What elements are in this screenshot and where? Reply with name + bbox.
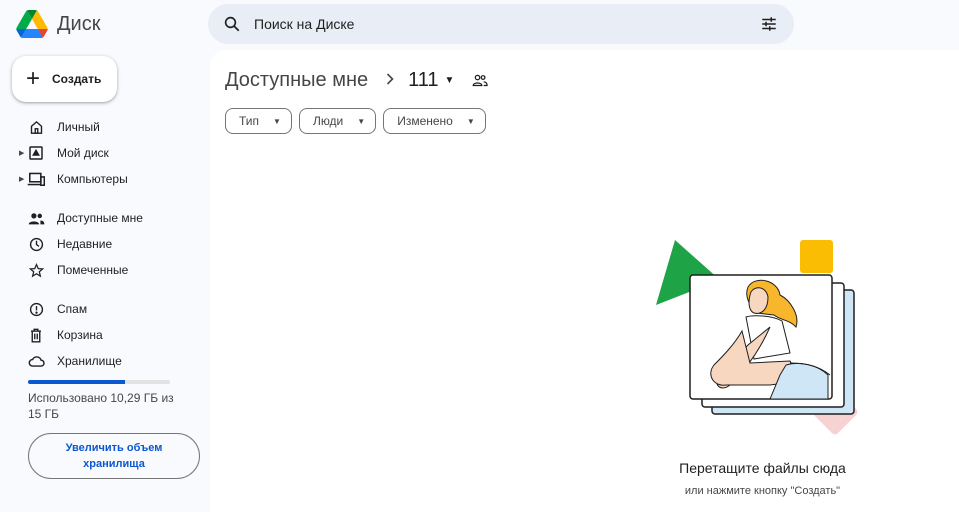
computers-icon	[27, 170, 45, 188]
search-input[interactable]	[254, 16, 758, 32]
search-icon[interactable]	[222, 14, 242, 34]
sidebar-item-label: Компьютеры	[57, 172, 128, 186]
create-button[interactable]: + Создать	[12, 56, 117, 102]
cloud-icon	[27, 352, 45, 370]
drive-logo[interactable]: Диск	[16, 10, 100, 38]
sidebar-item-label: Спам	[57, 302, 88, 316]
filter-modified-chip[interactable]: Изменено ▼	[383, 108, 486, 134]
search-options-icon[interactable]	[758, 13, 780, 35]
filter-chip-label: Тип	[239, 114, 260, 128]
sidebar-item-starred[interactable]: Помеченные	[12, 257, 192, 283]
storage-progress-bar	[28, 380, 170, 384]
caret-down-icon: ▼	[357, 116, 366, 126]
sidebar-item-recent[interactable]: Недавние	[12, 231, 192, 257]
sidebar-item-label: Корзина	[57, 328, 103, 342]
create-button-label: Создать	[52, 72, 102, 86]
main-panel: Доступные мне 111 ▼ Тип ▼ Люди ▼ Изменен…	[210, 50, 959, 512]
breadcrumb-shared-with-me[interactable]: Доступные мне	[225, 69, 368, 92]
expand-arrow-icon[interactable]: ▶	[19, 149, 27, 157]
filter-chips: Тип ▼ Люди ▼ Изменено ▼	[225, 108, 486, 134]
expand-arrow-icon[interactable]: ▶	[19, 175, 27, 183]
empty-state-subtitle: или нажмите кнопку "Создать"	[684, 485, 841, 497]
breadcrumb: Доступные мне 111 ▼	[225, 66, 490, 94]
chevron-right-icon	[386, 72, 394, 88]
clock-icon	[27, 235, 45, 253]
shared-people-icon[interactable]	[472, 71, 490, 89]
filter-chip-label: Люди	[312, 114, 344, 128]
sidebar-item-computers[interactable]: ▶ Компьютеры	[12, 166, 192, 192]
sidebar-item-label: Личный	[57, 120, 100, 134]
sidebar-item-label: Мой диск	[57, 146, 109, 160]
drive-logo-icon	[16, 10, 48, 38]
filter-type-chip[interactable]: Тип ▼	[225, 108, 292, 134]
my-drive-icon	[27, 144, 45, 162]
sidebar-item-personal[interactable]: Личный	[12, 114, 192, 140]
sidebar-item-shared-with-me[interactable]: Доступные мне	[12, 205, 192, 231]
star-icon	[27, 261, 45, 279]
storage-usage-text: Использовано 10,29 ГБ из 15 ГБ	[28, 391, 174, 421]
empty-state-title: Перетащите файлы сюда	[679, 460, 846, 476]
storage-progress-fill	[28, 380, 126, 384]
search-bar[interactable]	[208, 4, 794, 44]
sidebar-item-label: Помеченные	[57, 263, 129, 277]
home-icon	[27, 118, 45, 136]
breadcrumb-current-folder[interactable]: 111 ▼	[408, 69, 454, 92]
sidebar-item-label: Хранилище	[57, 354, 122, 368]
plus-icon: +	[26, 65, 41, 92]
sidebar-item-spam[interactable]: Спам	[12, 296, 192, 322]
sidebar-item-label: Доступные мне	[57, 211, 143, 225]
caret-down-icon: ▼	[444, 74, 455, 86]
upgrade-storage-button[interactable]: Увеличить объем хранилища	[28, 433, 200, 479]
caret-down-icon: ▼	[273, 116, 281, 126]
sidebar-item-my-drive[interactable]: ▶ Мой диск	[12, 140, 192, 166]
app-title: Диск	[57, 12, 101, 35]
sidebar-item-label: Недавние	[57, 237, 113, 251]
filter-people-chip[interactable]: Люди ▼	[298, 108, 377, 134]
shared-people-icon	[27, 209, 45, 227]
sidebar-item-trash[interactable]: Корзина	[12, 322, 192, 348]
trash-icon	[27, 326, 45, 344]
sidebar-item-storage[interactable]: Хранилище	[12, 348, 192, 374]
breadcrumb-current-label: 111	[408, 68, 439, 91]
caret-down-icon: ▼	[466, 116, 475, 126]
spam-icon	[27, 300, 45, 318]
filter-chip-label: Изменено	[397, 114, 453, 128]
empty-state-illustration	[656, 240, 858, 435]
